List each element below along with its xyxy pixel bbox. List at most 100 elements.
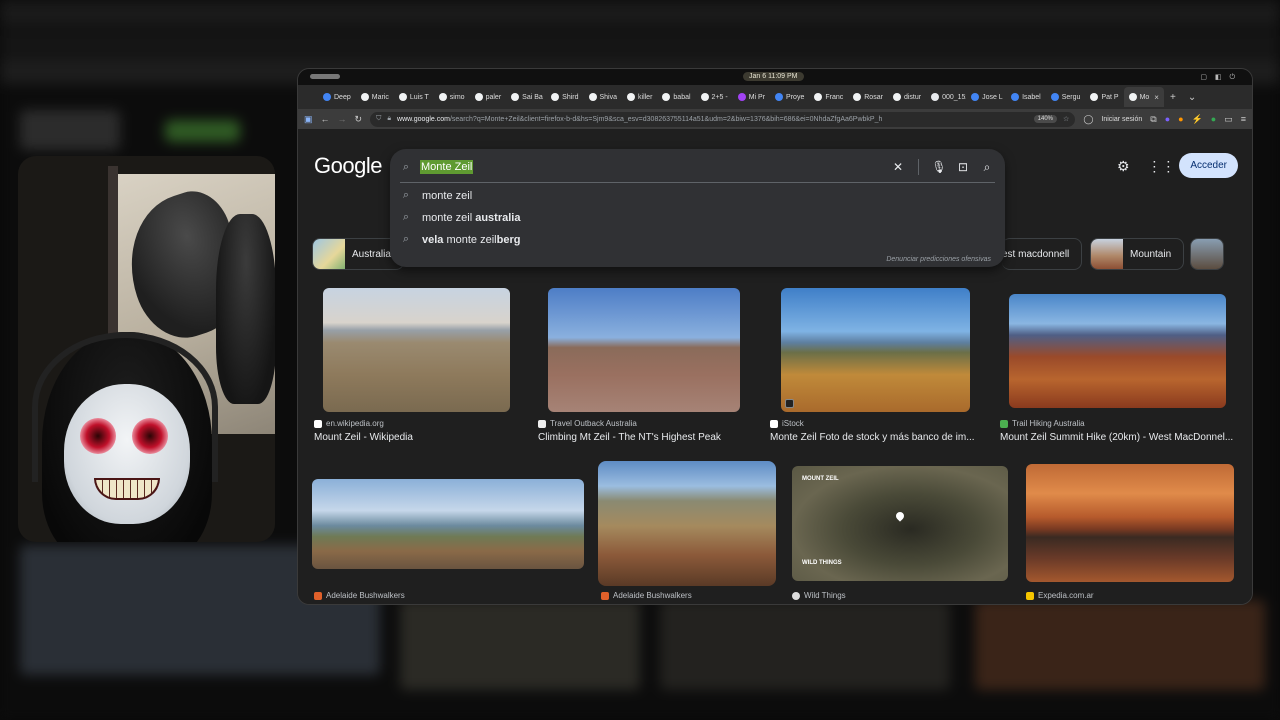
tab[interactable]: Rosar — [848, 87, 888, 107]
result-title[interactable]: Mount Zeil - Wikipedia — [314, 432, 524, 443]
tab[interactable]: Sergu — [1046, 87, 1086, 107]
tab[interactable]: paler — [470, 87, 507, 107]
shield-icon[interactable]: ⛉ — [376, 115, 381, 123]
sidebar-icon[interactable]: ▣ — [304, 114, 313, 125]
apps-grid-icon[interactable]: ⋮⋮ — [1147, 158, 1175, 174]
clock[interactable]: Jan 6 11:09 PM — [743, 72, 804, 81]
bookmark-star-icon[interactable]: ☆ — [1063, 115, 1069, 123]
result-source: Expedia.com.ar — [1038, 591, 1094, 600]
report-predictions-link[interactable]: Denunciar predicciones ofensivas — [886, 256, 991, 263]
search-input[interactable]: Monte Zeil — [420, 160, 474, 174]
settings-gear-icon[interactable]: ⚙ — [1115, 158, 1131, 174]
tab[interactable]: Maric — [356, 87, 394, 107]
tab-favicon — [588, 93, 597, 101]
tab[interactable]: Pat P — [1085, 87, 1123, 107]
suggestion-item[interactable]: ⌕ vela monte zeilberg — [400, 233, 521, 246]
camera-lens-icon[interactable]: ⊡ — [955, 160, 971, 174]
chip-label: Mountain — [1130, 248, 1172, 260]
tab-strip: Deep Maric Luis T simo paler Sai Ba Shird Shiva… — [298, 85, 1252, 109]
tab-label: Rosar — [864, 93, 883, 101]
chip-west-macdonnell[interactable]: est macdonnell — [1002, 238, 1083, 270]
extension-icon[interactable]: ● — [1211, 114, 1216, 124]
suggestion-item[interactable]: ⌕ monte zeil australia — [400, 211, 521, 224]
tab[interactable]: Shiva — [584, 87, 623, 107]
tab[interactable]: distur — [888, 87, 926, 107]
system-tray-icons[interactable]: ▢ ◧ ⏻ — [1200, 73, 1238, 82]
chip-mountain[interactable]: Mountain — [1090, 238, 1185, 270]
forward-icon[interactable]: → — [338, 114, 347, 124]
tab[interactable]: killer — [622, 87, 657, 107]
login-link[interactable]: Iniciar sesión — [1101, 116, 1142, 123]
zoom-level[interactable]: 140% — [1033, 115, 1058, 123]
result-source: Travel Outback Australia — [550, 419, 637, 428]
lock-icon[interactable]: 🔒︎ — [387, 115, 391, 123]
result-image[interactable] — [548, 288, 740, 412]
result-image[interactable] — [781, 288, 970, 412]
list-tabs-button[interactable]: ⌄ — [1182, 92, 1202, 103]
result-image[interactable] — [598, 461, 776, 586]
url-domain: www.google.com — [397, 115, 450, 123]
new-tab-button[interactable]: + — [1164, 92, 1182, 103]
background-bar — [0, 0, 1280, 26]
webcam-cat-statue — [216, 214, 275, 404]
result-image[interactable] — [312, 479, 584, 569]
extension-icon[interactable]: ● — [1165, 114, 1170, 124]
extension-icon[interactable]: ● — [1178, 114, 1183, 124]
tab[interactable]: Luis T — [394, 87, 434, 107]
chip-label: est macdonnell — [1002, 248, 1070, 260]
wild-things-icon — [792, 591, 800, 600]
search-submit-icon[interactable]: ⌕ — [979, 160, 995, 175]
tab[interactable]: babal — [657, 87, 695, 107]
result-image[interactable] — [1026, 464, 1234, 582]
tab[interactable]: simo — [434, 87, 470, 107]
tab[interactable]: Sai Ba — [506, 87, 546, 107]
result-image[interactable] — [323, 288, 510, 412]
google-images-page: Google ⚙ ⋮⋮ Acceder ⌕ Monte Zeil ✕ 🎙︎ ⊡ … — [298, 129, 1252, 604]
tab-close-icon[interactable]: × — [1154, 93, 1159, 102]
result-image[interactable]: MOUNT ZEIL WILD THINGS — [792, 466, 1008, 581]
tab-active[interactable]: Mo × — [1123, 87, 1164, 107]
clear-icon[interactable]: ✕ — [890, 160, 906, 174]
chip-more[interactable] — [1190, 238, 1224, 270]
webcam-overlay — [18, 156, 275, 542]
result-source: iStock — [782, 419, 804, 428]
tab[interactable]: Franc — [809, 87, 848, 107]
sign-in-button[interactable]: Acceder — [1179, 153, 1238, 178]
suggestion-item[interactable]: ⌕ monte zeil — [400, 189, 472, 202]
result-title[interactable]: Monte Zeil Foto de stock y más banco de … — [770, 432, 980, 443]
address-bar[interactable]: ⛉ 🔒︎ www.google.com/search?q=Monte+Zeil&… — [370, 111, 1076, 127]
tab[interactable]: Mi Pr — [733, 87, 770, 107]
result-source: Adelaide Bushwalkers — [613, 591, 692, 600]
tab-label: paler — [485, 93, 502, 101]
result-title[interactable]: Climbing Mt Zeil - The NT's Highest Peak — [538, 432, 753, 443]
back-icon[interactable]: ← — [321, 114, 330, 124]
tab[interactable]: 000_152 — [926, 87, 966, 107]
tab-list: Deep Maric Luis T simo paler Sai Ba Shird Shiva… — [318, 87, 1124, 107]
tab-label: Sergu — [1061, 93, 1081, 101]
url-path: /search?q=Monte+Zeil&client=firefox-b-d&… — [449, 115, 883, 123]
tab-favicon — [511, 93, 520, 101]
extension-icon[interactable]: ▭ — [1224, 114, 1233, 125]
istock-icon — [770, 419, 778, 428]
tab-favicon — [814, 93, 823, 101]
google-logo[interactable]: Google — [314, 153, 382, 179]
activities-indicator[interactable] — [310, 74, 340, 79]
result-image[interactable] — [1009, 294, 1226, 408]
extensions-icon[interactable]: ⧉ — [1150, 114, 1156, 125]
extension-icon[interactable]: ⚡ — [1192, 114, 1203, 125]
tab-label: Maric — [371, 93, 389, 101]
microphone-icon[interactable]: 🎙︎ — [931, 160, 947, 174]
account-icon[interactable]: ◯ — [1083, 114, 1093, 125]
menu-icon[interactable]: ≡ — [1241, 114, 1246, 124]
tab[interactable]: Deep — [318, 87, 356, 107]
tab[interactable]: Isabel — [1006, 87, 1046, 107]
expedia-icon — [1026, 591, 1034, 600]
tab-favicon — [700, 93, 709, 101]
result-title[interactable]: Mount Zeil Summit Hike (20km) - West Mac… — [1000, 432, 1240, 443]
tab[interactable]: Proye — [770, 87, 809, 107]
reload-icon[interactable]: ↻ — [355, 114, 363, 125]
tab[interactable]: Jose L — [966, 87, 1006, 107]
tab[interactable]: 2+5 - — [696, 87, 733, 107]
tab[interactable]: Shird — [546, 87, 583, 107]
tab-favicon — [1050, 93, 1059, 101]
